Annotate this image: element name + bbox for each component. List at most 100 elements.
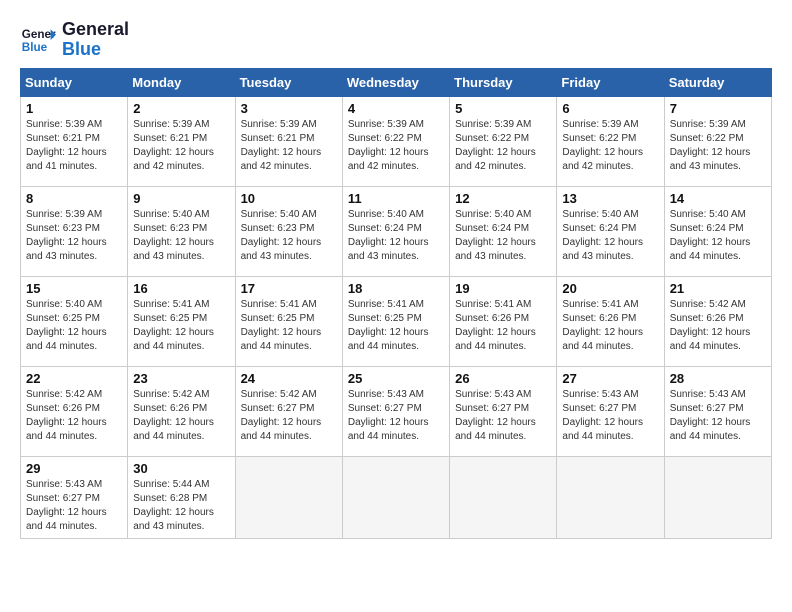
day-info: Sunrise: 5:42 AMSunset: 6:26 PMDaylight:… bbox=[26, 388, 122, 444]
day-number: 30 bbox=[133, 461, 229, 476]
calendar-cell: 12 Sunrise: 5:40 AMSunset: 6:24 PMDayligh… bbox=[450, 186, 557, 276]
day-info: Sunrise: 5:39 AMSunset: 6:21 PMDaylight:… bbox=[241, 118, 337, 174]
day-info: Sunrise: 5:41 AMSunset: 6:25 PMDaylight:… bbox=[241, 298, 337, 354]
day-number: 28 bbox=[670, 371, 766, 386]
calendar-cell: 8 Sunrise: 5:39 AMSunset: 6:23 PMDaylight… bbox=[21, 186, 128, 276]
weekday-header-friday: Friday bbox=[557, 68, 664, 96]
logo: General Blue General Blue bbox=[20, 20, 129, 60]
calendar-cell: 28 Sunrise: 5:43 AMSunset: 6:27 PMDayligh… bbox=[664, 366, 771, 456]
weekday-header-saturday: Saturday bbox=[664, 68, 771, 96]
day-info: Sunrise: 5:43 AMSunset: 6:27 PMDaylight:… bbox=[348, 388, 444, 444]
day-number: 7 bbox=[670, 101, 766, 116]
day-number: 20 bbox=[562, 281, 658, 296]
weekday-header-monday: Monday bbox=[128, 68, 235, 96]
day-number: 15 bbox=[26, 281, 122, 296]
calendar-cell: 24Sunrise: 5:42 AMSunset: 6:27 PMDayligh… bbox=[235, 366, 342, 456]
day-number: 19 bbox=[455, 281, 551, 296]
week-row-2: 8 Sunrise: 5:39 AMSunset: 6:23 PMDaylight… bbox=[21, 186, 772, 276]
calendar-cell: 23Sunrise: 5:42 AMSunset: 6:26 PMDayligh… bbox=[128, 366, 235, 456]
day-info: Sunrise: 5:40 AMSunset: 6:25 PMDaylight:… bbox=[26, 298, 122, 354]
day-info: Sunrise: 5:40 AMSunset: 6:23 PMDaylight:… bbox=[133, 208, 229, 264]
calendar-cell: 20 Sunrise: 5:41 AMSunset: 6:26 PMDayligh… bbox=[557, 276, 664, 366]
calendar: SundayMondayTuesdayWednesdayThursdayFrid… bbox=[20, 68, 772, 539]
day-info: Sunrise: 5:39 AMSunset: 6:23 PMDaylight:… bbox=[26, 208, 122, 264]
day-number: 12 bbox=[455, 191, 551, 206]
calendar-cell bbox=[557, 456, 664, 538]
day-info: Sunrise: 5:40 AMSunset: 6:24 PMDaylight:… bbox=[562, 208, 658, 264]
day-info: Sunrise: 5:41 AMSunset: 6:26 PMDaylight:… bbox=[455, 298, 551, 354]
day-number: 29 bbox=[26, 461, 122, 476]
calendar-cell: 21 Sunrise: 5:42 AMSunset: 6:26 PMDayligh… bbox=[664, 276, 771, 366]
day-number: 21 bbox=[670, 281, 766, 296]
day-info: Sunrise: 5:39 AMSunset: 6:22 PMDaylight:… bbox=[348, 118, 444, 174]
day-info: Sunrise: 5:41 AMSunset: 6:25 PMDaylight:… bbox=[133, 298, 229, 354]
logo-text: General Blue bbox=[62, 20, 129, 60]
day-info: Sunrise: 5:41 AMSunset: 6:26 PMDaylight:… bbox=[562, 298, 658, 354]
day-info: Sunrise: 5:43 AMSunset: 6:27 PMDaylight:… bbox=[26, 478, 122, 534]
weekday-header-thursday: Thursday bbox=[450, 68, 557, 96]
day-number: 3 bbox=[241, 101, 337, 116]
day-info: Sunrise: 5:44 AMSunset: 6:28 PMDaylight:… bbox=[133, 478, 229, 534]
day-info: Sunrise: 5:42 AMSunset: 6:27 PMDaylight:… bbox=[241, 388, 337, 444]
calendar-cell: 27 Sunrise: 5:43 AMSunset: 6:27 PMDayligh… bbox=[557, 366, 664, 456]
weekday-header-row: SundayMondayTuesdayWednesdayThursdayFrid… bbox=[21, 68, 772, 96]
day-info: Sunrise: 5:40 AMSunset: 6:24 PMDaylight:… bbox=[670, 208, 766, 264]
calendar-cell: 6 Sunrise: 5:39 AMSunset: 6:22 PMDaylight… bbox=[557, 96, 664, 186]
header: General Blue General Blue bbox=[20, 20, 772, 60]
calendar-cell: 5 Sunrise: 5:39 AMSunset: 6:22 PMDaylight… bbox=[450, 96, 557, 186]
day-number: 10 bbox=[241, 191, 337, 206]
weekday-header-tuesday: Tuesday bbox=[235, 68, 342, 96]
day-info: Sunrise: 5:39 AMSunset: 6:22 PMDaylight:… bbox=[455, 118, 551, 174]
day-number: 5 bbox=[455, 101, 551, 116]
day-info: Sunrise: 5:43 AMSunset: 6:27 PMDaylight:… bbox=[562, 388, 658, 444]
week-row-3: 15 Sunrise: 5:40 AMSunset: 6:25 PMDayligh… bbox=[21, 276, 772, 366]
week-row-1: 1 Sunrise: 5:39 AMSunset: 6:21 PMDaylight… bbox=[21, 96, 772, 186]
day-info: Sunrise: 5:41 AMSunset: 6:25 PMDaylight:… bbox=[348, 298, 444, 354]
calendar-cell: 14Sunrise: 5:40 AMSunset: 6:24 PMDayligh… bbox=[664, 186, 771, 276]
calendar-cell: 3 Sunrise: 5:39 AMSunset: 6:21 PMDaylight… bbox=[235, 96, 342, 186]
day-info: Sunrise: 5:39 AMSunset: 6:22 PMDaylight:… bbox=[562, 118, 658, 174]
day-info: Sunrise: 5:42 AMSunset: 6:26 PMDaylight:… bbox=[670, 298, 766, 354]
day-info: Sunrise: 5:40 AMSunset: 6:24 PMDaylight:… bbox=[455, 208, 551, 264]
calendar-cell: 17 Sunrise: 5:41 AMSunset: 6:25 PMDayligh… bbox=[235, 276, 342, 366]
day-info: Sunrise: 5:42 AMSunset: 6:26 PMDaylight:… bbox=[133, 388, 229, 444]
weekday-header-wednesday: Wednesday bbox=[342, 68, 449, 96]
calendar-cell: 9 Sunrise: 5:40 AMSunset: 6:23 PMDaylight… bbox=[128, 186, 235, 276]
calendar-cell: 7 Sunrise: 5:39 AMSunset: 6:22 PMDaylight… bbox=[664, 96, 771, 186]
day-info: Sunrise: 5:40 AMSunset: 6:23 PMDaylight:… bbox=[241, 208, 337, 264]
week-row-5: 29 Sunrise: 5:43 AMSunset: 6:27 PMDayligh… bbox=[21, 456, 772, 538]
day-number: 2 bbox=[133, 101, 229, 116]
calendar-cell: 11 Sunrise: 5:40 AMSunset: 6:24 PMDayligh… bbox=[342, 186, 449, 276]
day-number: 26 bbox=[455, 371, 551, 386]
day-number: 16 bbox=[133, 281, 229, 296]
day-number: 11 bbox=[348, 191, 444, 206]
calendar-cell: 30 Sunrise: 5:44 AMSunset: 6:28 PMDayligh… bbox=[128, 456, 235, 538]
calendar-cell: 25 Sunrise: 5:43 AMSunset: 6:27 PMDayligh… bbox=[342, 366, 449, 456]
calendar-cell: 10 Sunrise: 5:40 AMSunset: 6:23 PMDayligh… bbox=[235, 186, 342, 276]
day-number: 22 bbox=[26, 371, 122, 386]
weekday-header-sunday: Sunday bbox=[21, 68, 128, 96]
calendar-cell: 2 Sunrise: 5:39 AMSunset: 6:21 PMDaylight… bbox=[128, 96, 235, 186]
day-number: 25 bbox=[348, 371, 444, 386]
day-number: 1 bbox=[26, 101, 122, 116]
calendar-cell: 15 Sunrise: 5:40 AMSunset: 6:25 PMDayligh… bbox=[21, 276, 128, 366]
calendar-cell: 4Sunrise: 5:39 AMSunset: 6:22 PMDaylight… bbox=[342, 96, 449, 186]
day-number: 13 bbox=[562, 191, 658, 206]
day-number: 6 bbox=[562, 101, 658, 116]
calendar-cell: 13 Sunrise: 5:40 AMSunset: 6:24 PMDayligh… bbox=[557, 186, 664, 276]
day-number: 17 bbox=[241, 281, 337, 296]
calendar-cell bbox=[664, 456, 771, 538]
day-info: Sunrise: 5:39 AMSunset: 6:21 PMDaylight:… bbox=[26, 118, 122, 174]
day-info: Sunrise: 5:39 AMSunset: 6:21 PMDaylight:… bbox=[133, 118, 229, 174]
week-row-4: 22 Sunrise: 5:42 AMSunset: 6:26 PMDayligh… bbox=[21, 366, 772, 456]
day-number: 8 bbox=[26, 191, 122, 206]
logo-icon: General Blue bbox=[20, 22, 56, 58]
day-number: 27 bbox=[562, 371, 658, 386]
day-info: Sunrise: 5:39 AMSunset: 6:22 PMDaylight:… bbox=[670, 118, 766, 174]
day-info: Sunrise: 5:40 AMSunset: 6:24 PMDaylight:… bbox=[348, 208, 444, 264]
calendar-cell: 29 Sunrise: 5:43 AMSunset: 6:27 PMDayligh… bbox=[21, 456, 128, 538]
calendar-cell bbox=[450, 456, 557, 538]
calendar-cell bbox=[342, 456, 449, 538]
day-info: Sunrise: 5:43 AMSunset: 6:27 PMDaylight:… bbox=[670, 388, 766, 444]
day-number: 9 bbox=[133, 191, 229, 206]
